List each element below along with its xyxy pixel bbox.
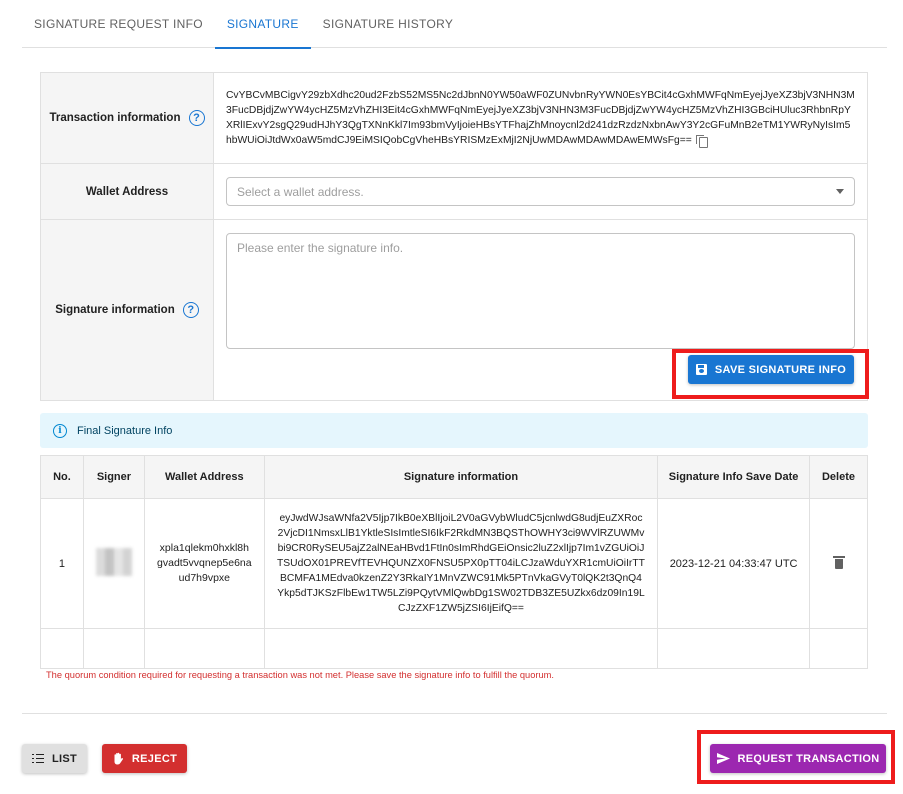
signature-table: No. Signer Wallet Address Signature info… [40, 455, 868, 669]
divider [22, 713, 887, 714]
signer-avatar [95, 548, 132, 576]
help-icon[interactable]: ? [188, 110, 205, 126]
header-signer: Signer [82, 455, 145, 499]
trash-icon[interactable] [832, 555, 845, 569]
chevron-down-icon [836, 189, 844, 194]
cell-no: 1 [40, 498, 84, 629]
header-delete: Delete [809, 455, 868, 499]
help-icon[interactable]: ? [182, 302, 199, 318]
signature-info-textarea[interactable]: Please enter the signature info. [226, 233, 855, 349]
transaction-info-label: Transaction information [49, 112, 181, 124]
cell-save-date: 2023-12-21 04:33:47 UTC [657, 498, 810, 629]
cell-signer [82, 628, 145, 669]
table-row: 1 xpla1qlekm0hxkl8hgvadt5vvqnep5e6naud7h… [40, 498, 868, 629]
cell-save-date [657, 628, 810, 669]
final-signature-info-alert: i Final Signature Info [40, 413, 868, 448]
highlight-box [697, 730, 895, 784]
wallet-address-label: Wallet Address [41, 164, 214, 219]
cell-wallet-address [143, 628, 265, 669]
cell-signature-information [263, 628, 659, 669]
copy-icon[interactable] [695, 134, 708, 148]
cell-no [40, 628, 84, 669]
table-header-row: No. Signer Wallet Address Signature info… [40, 455, 868, 499]
cell-signature-information: eyJwdWJsaWNfa2V5Ijp7IkB0eXBlIjoiL2V0aGVy… [277, 513, 645, 614]
tab-bar: SIGNATURE REQUEST INFO SIGNATURE SIGNATU… [22, 0, 887, 49]
transaction-info-value: CvYBCvMBCigvY29zbXdhc20ud2FzbS52MS5Nc2dJ… [226, 90, 855, 146]
header-wallet-address: Wallet Address [143, 455, 265, 499]
header-signature-information: Signature information [263, 455, 659, 499]
quorum-error-text: The quorum condition required for reques… [46, 670, 554, 680]
info-icon: i [53, 423, 67, 438]
cell-wallet-address: xpla1qlekm0hxkl8hgvadt5vvqnep5e6naud7h9v… [157, 542, 252, 584]
wallet-address-select[interactable]: Select a wallet address. [226, 177, 855, 206]
alert-text: Final Signature Info [77, 424, 173, 437]
highlight-box [672, 349, 869, 399]
tab-signature-request-info[interactable]: SIGNATURE REQUEST INFO [22, 0, 215, 48]
list-button[interactable]: LIST [22, 744, 87, 773]
tab-signature[interactable]: SIGNATURE [214, 0, 311, 49]
wallet-address-row: Wallet Address Select a wallet address. [41, 164, 867, 220]
tab-signature-history[interactable]: SIGNATURE HISTORY [311, 0, 465, 48]
reject-button[interactable]: REJECT [102, 744, 187, 773]
transaction-info-row: Transaction information ? CvYBCvMBCigvY2… [41, 73, 867, 164]
header-save-date: Signature Info Save Date [657, 455, 810, 499]
signature-info-placeholder: Please enter the signature info. [237, 241, 404, 255]
table-row [40, 628, 868, 669]
list-icon [31, 753, 44, 764]
wallet-address-placeholder: Select a wallet address. [237, 184, 364, 199]
cell-delete [809, 628, 868, 669]
header-no: No. [40, 455, 84, 499]
signature-info-label: Signature information [55, 304, 175, 316]
hand-icon [114, 752, 123, 765]
